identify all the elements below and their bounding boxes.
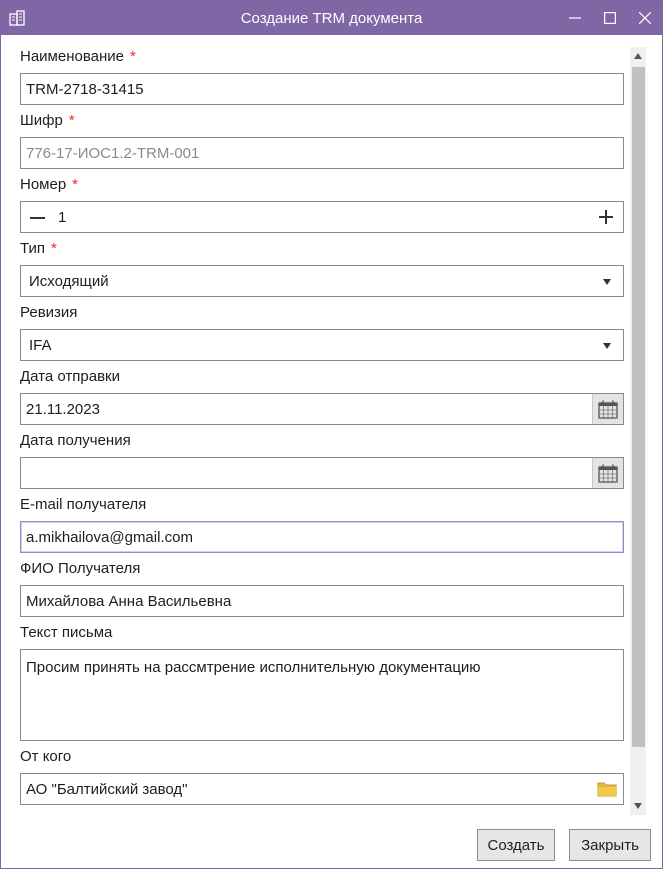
folder-button[interactable] — [597, 781, 617, 797]
scroll-up-icon[interactable] — [634, 53, 642, 59]
from-value: АО "Балтийский завод" — [26, 781, 188, 798]
number-label: Номер * — [20, 176, 78, 193]
maximize-icon — [604, 12, 616, 24]
cipher-placeholder: 776-17-ИОС1.2-TRM-001 — [26, 145, 200, 162]
name-label: Наименование * — [20, 48, 136, 65]
required-mark: * — [51, 240, 57, 257]
dropdown-arrow-icon — [603, 343, 611, 349]
calendar-button[interactable] — [592, 458, 623, 488]
number-stepper[interactable]: 1 — [20, 201, 624, 233]
cipher-label-text: Шифр — [20, 112, 63, 129]
required-mark: * — [72, 176, 79, 193]
send-date-value: 21.11.2023 — [26, 401, 100, 418]
close-button[interactable]: Закрыть — [569, 829, 651, 861]
recipient-label: ФИО Получателя — [20, 560, 141, 577]
revision-label: Ревизия — [20, 304, 78, 321]
folder-icon — [597, 782, 617, 797]
cipher-label: Шифр * — [20, 112, 75, 129]
revision-select[interactable]: IFA — [20, 329, 624, 361]
email-field[interactable]: a.mikhailova@gmail.com — [20, 521, 624, 553]
receive-date-label: Дата получения — [20, 432, 131, 449]
next-label-cutoff — [20, 811, 24, 815]
title-bar[interactable]: Создание TRM документа — [1, 1, 662, 35]
type-value: Исходящий — [29, 273, 109, 290]
calendar-button[interactable] — [592, 394, 623, 424]
decrement-icon[interactable] — [30, 217, 45, 219]
type-label: Тип * — [20, 240, 57, 257]
letter-label: Текст письма — [20, 624, 113, 641]
minimize-button[interactable] — [558, 1, 592, 35]
form-area: Наименование * TRM-2718-31415 Шифр * 776-1… — [1, 35, 630, 815]
receive-date-field[interactable] — [20, 457, 624, 489]
close-window-button[interactable] — [628, 1, 662, 35]
from-field[interactable]: АО "Балтийский завод" — [20, 773, 624, 805]
required-mark: * — [129, 48, 136, 65]
calendar-icon — [598, 464, 618, 483]
number-value: 1 — [58, 209, 67, 226]
name-value: TRM-2718-31415 — [26, 81, 144, 98]
close-icon — [639, 12, 651, 24]
scrollbar-thumb[interactable] — [632, 67, 645, 747]
recipient-field[interactable]: Михайлова Анна Васильевна — [20, 585, 624, 617]
cipher-field[interactable]: 776-17-ИОС1.2-TRM-001 — [20, 137, 624, 169]
letter-textarea[interactable]: Просим принять на рассмтрение исполнител… — [20, 649, 624, 741]
name-label-text: Наименование — [20, 48, 124, 65]
from-label: От кого — [20, 748, 72, 765]
vertical-scrollbar[interactable] — [630, 47, 646, 815]
dialog-window: Создание TRM документа Наименование * TRM… — [0, 0, 663, 869]
dropdown-arrow-icon — [603, 279, 611, 285]
name-field[interactable]: TRM-2718-31415 — [20, 73, 624, 105]
calendar-icon — [598, 400, 618, 419]
revision-value: IFA — [29, 337, 52, 354]
increment-icon[interactable] — [599, 210, 613, 224]
number-label-text: Номер — [20, 176, 67, 193]
type-label-text: Тип — [20, 240, 46, 257]
type-select[interactable]: Исходящий — [20, 265, 624, 297]
letter-value: Просим принять на рассмтрение исполнител… — [26, 659, 481, 676]
create-button[interactable]: Создать — [477, 829, 555, 861]
maximize-button[interactable] — [593, 1, 627, 35]
email-value: a.mikhailova@gmail.com — [26, 529, 193, 546]
recipient-value: Михайлова Анна Васильевна — [26, 593, 232, 610]
scroll-down-icon[interactable] — [634, 803, 642, 809]
required-mark: * — [68, 112, 75, 129]
minimize-icon — [569, 17, 581, 19]
email-label: E-mail получателя — [20, 496, 147, 513]
send-date-label: Дата отправки — [20, 368, 120, 385]
send-date-field[interactable]: 21.11.2023 — [20, 393, 624, 425]
